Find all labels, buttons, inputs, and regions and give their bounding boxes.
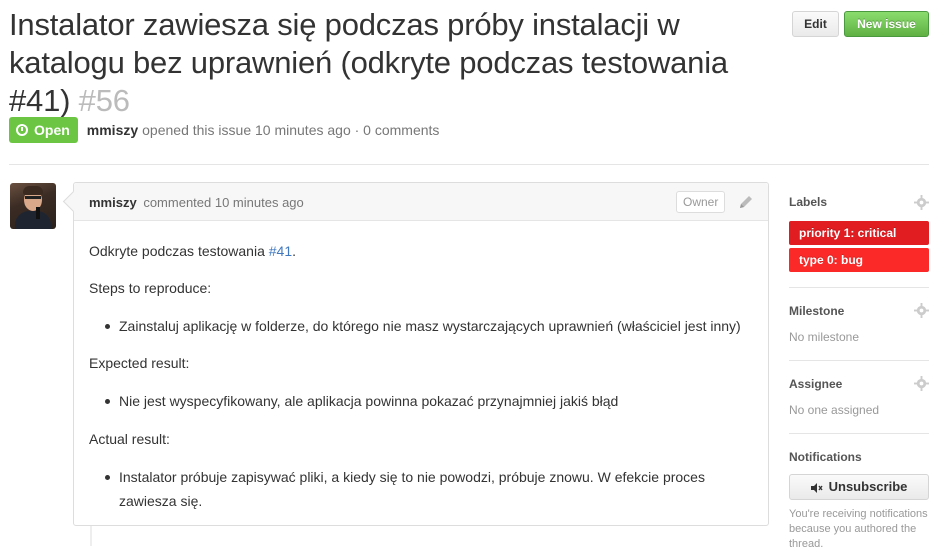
sidebar-divider xyxy=(789,287,929,288)
comment-paragraph: Odkryte podczas testowania #41. xyxy=(89,243,297,259)
unsubscribe-button[interactable]: Unsubscribe xyxy=(789,474,929,500)
issue-meta-text: opened this issue 10 minutes ago · 0 com… xyxy=(142,122,440,138)
list-item: Nie jest wyspecyfikowany, ale aplikacja … xyxy=(104,393,619,409)
list-item-line: zawiesza się. xyxy=(119,493,203,509)
unsubscribe-label: Unsubscribe xyxy=(828,479,908,494)
pencil-icon[interactable] xyxy=(738,194,754,210)
notifications-heading: Notifications xyxy=(789,450,862,464)
new-issue-button[interactable]: New issue xyxy=(844,11,929,37)
issue-meta: Open mmiszy opened this issue 10 minutes… xyxy=(9,117,439,143)
sidebar-divider xyxy=(789,360,929,361)
labels-heading: Labels xyxy=(789,195,828,209)
avatar[interactable] xyxy=(10,183,56,229)
expected-heading: Expected result: xyxy=(89,355,190,371)
issue-author-link[interactable]: mmiszy xyxy=(87,122,138,138)
sidebar-divider xyxy=(789,433,929,434)
actual-heading: Actual result: xyxy=(89,431,170,447)
gear-icon[interactable] xyxy=(914,195,929,210)
list-item: Zainstaluj aplikację w folderze, do któr… xyxy=(105,318,741,334)
comment-author-link[interactable]: mmiszy xyxy=(89,195,137,210)
status-label: Open xyxy=(34,122,70,138)
issue-opened-icon xyxy=(16,124,28,136)
edit-button[interactable]: Edit xyxy=(792,11,839,37)
list-item-line: Instalator próbuje zapisywać pliki, a ki… xyxy=(119,469,705,485)
milestone-value: No milestone xyxy=(789,330,860,344)
issue-title: Instalator zawiesza się podczas próby in… xyxy=(9,6,779,120)
issue-reference-link[interactable]: #41 xyxy=(269,243,292,259)
comment-header: mmiszy commented 10 minutes ago Owner xyxy=(74,183,768,221)
milestone-heading: Milestone xyxy=(789,304,845,318)
issue-number: #56 xyxy=(78,83,130,118)
gear-icon[interactable] xyxy=(914,376,929,391)
list-item: Instalator próbuje zapisywać pliki, a ki… xyxy=(105,467,705,511)
mute-icon xyxy=(810,482,823,493)
status-badge: Open xyxy=(9,117,78,143)
header-divider xyxy=(9,164,929,165)
assignee-value: No one assigned xyxy=(789,403,880,417)
timeline-line xyxy=(90,526,92,546)
label-type-bug[interactable]: type 0: bug xyxy=(789,248,929,272)
assignee-heading: Assignee xyxy=(789,377,843,391)
label-priority-critical[interactable]: priority 1: critical xyxy=(789,221,929,245)
comment-box: mmiszy commented 10 minutes ago Owner Od… xyxy=(73,182,769,526)
comment-action: commented 10 minutes ago xyxy=(143,195,304,210)
notifications-note: You're receiving notifications because y… xyxy=(789,508,928,550)
steps-heading: Steps to reproduce: xyxy=(89,280,212,296)
owner-badge: Owner xyxy=(676,191,726,213)
gear-icon[interactable] xyxy=(914,303,929,318)
